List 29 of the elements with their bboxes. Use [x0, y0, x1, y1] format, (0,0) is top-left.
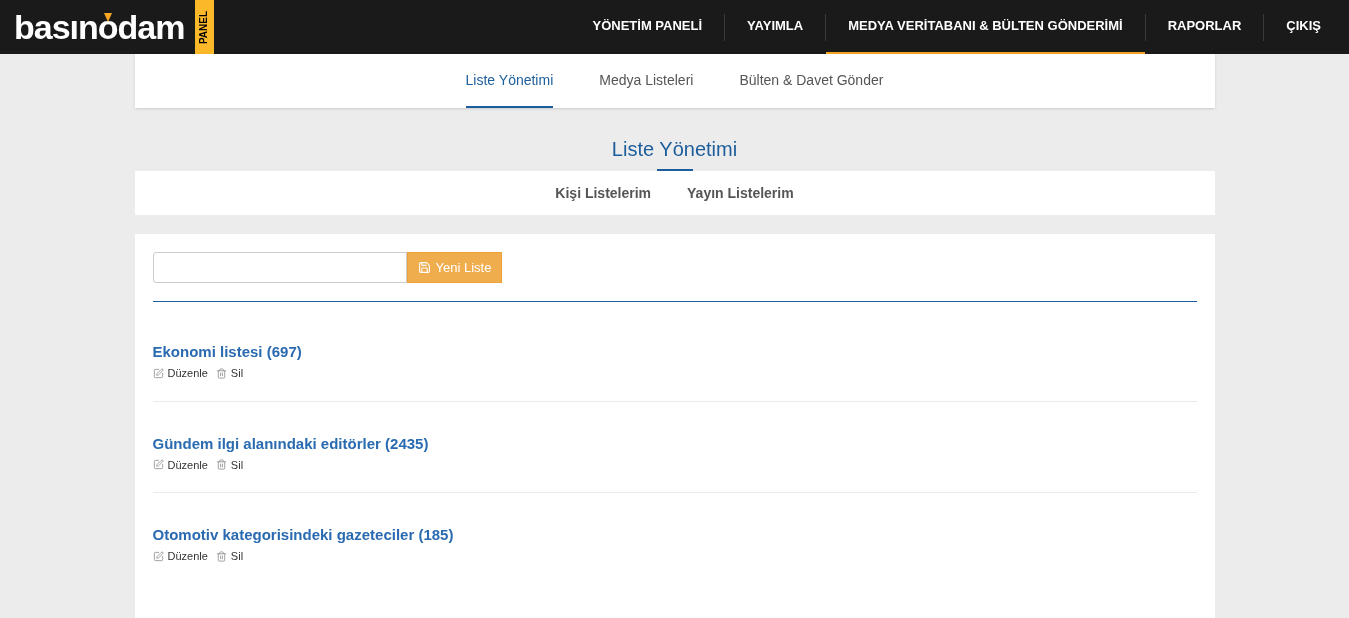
- panel-tag: PANEL: [194, 0, 214, 54]
- logo[interactable]: basınodam: [14, 10, 185, 44]
- tab[interactable]: Bülten & Davet Gönder: [739, 54, 884, 108]
- edit-icon: [152, 367, 164, 379]
- edit-link[interactable]: Düzenle: [152, 456, 208, 473]
- tab[interactable]: Yayın Listelerim: [687, 182, 794, 204]
- list-title[interactable]: Gündem ilgi alanındaki editörler (2435): [152, 432, 1197, 455]
- list-title[interactable]: Ekonomi listesi (697): [152, 341, 1197, 363]
- page-title: Liste Yönetimi: [611, 137, 738, 161]
- tab[interactable]: Kişi Listelerim: [555, 182, 652, 204]
- nav-link[interactable]: RAPORLAR: [1145, 0, 1264, 54]
- nav-link[interactable]: YÖNETİM PANELİ: [570, 0, 725, 54]
- input-field[interactable]: [152, 252, 407, 283]
- edit-link[interactable]: Düzenle: [152, 365, 208, 382]
- trash-icon: [215, 367, 227, 379]
- edit-icon: [152, 550, 164, 562]
- trash-icon: [215, 459, 227, 471]
- delete-link[interactable]: Sil: [215, 456, 244, 473]
- edit-link[interactable]: Düzenle: [152, 548, 208, 565]
- trash-icon: [215, 550, 227, 562]
- list-title[interactable]: Otomotiv kategorisindeki gazeteciler (185): [152, 524, 1197, 546]
- delete-link[interactable]: Sil: [215, 548, 244, 565]
- save-icon: [417, 261, 431, 274]
- edit-icon: [152, 459, 164, 471]
- nav-link[interactable]: ÇIKIŞ: [1264, 0, 1343, 54]
- delete-link[interactable]: Sil: [215, 365, 244, 382]
- nav-link[interactable]: YAYIMLA: [725, 0, 826, 54]
- tab[interactable]: Medya Listeleri: [599, 54, 694, 108]
- tab[interactable]: Liste Yönetimi: [465, 54, 554, 108]
